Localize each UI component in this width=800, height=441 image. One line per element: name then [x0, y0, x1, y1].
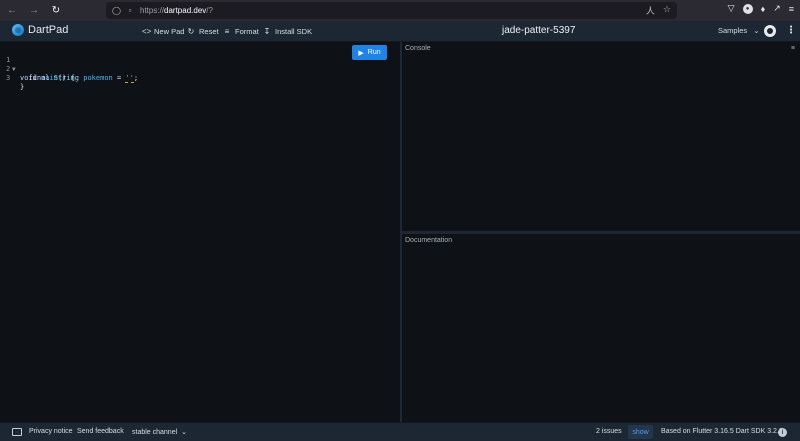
refresh-icon: ↻ [187, 27, 195, 36]
chevron-down-icon: ⌄ [181, 429, 188, 436]
download-icon: ↧ [263, 27, 271, 36]
documentation-pane: Documentation [402, 234, 800, 422]
show-issues-button[interactable]: show [628, 425, 653, 439]
version-info: Based on Flutter 3.16.5 Dart SDK 3.2.3 [661, 428, 783, 435]
play-icon: ▶ [358, 49, 364, 57]
keyboard-icon[interactable] [12, 428, 22, 436]
lock-icon[interactable]: ▫ [126, 6, 134, 15]
dart-logo-icon [12, 24, 24, 36]
code-line: 1 ▼ void main() { [6, 56, 75, 82]
console-pane: Console ≡ [402, 42, 800, 231]
line-number: 3 [6, 74, 11, 82]
extensions-icon[interactable]: ♦ [761, 4, 766, 14]
new-pad-button[interactable]: <> New Pad [142, 26, 184, 37]
privacy-notice-link[interactable]: Privacy notice [29, 428, 73, 435]
dartpad-logo[interactable]: DartPad [12, 24, 68, 36]
share-icon[interactable]: ↗ [773, 3, 781, 14]
chevron-down-icon: ⌄ [753, 26, 760, 35]
send-feedback-link[interactable]: Send feedback [77, 428, 124, 435]
code-brackets-icon: <> [142, 27, 152, 36]
pocket-icon[interactable]: ▽ [728, 3, 735, 14]
arrow-left-icon[interactable]: ← [4, 3, 20, 19]
info-icon[interactable]: i [778, 428, 787, 437]
arrow-right-icon[interactable]: → [26, 3, 42, 19]
format-button[interactable]: ≡ Format [223, 26, 259, 37]
translate-icon[interactable]: 人 [646, 4, 655, 17]
issues-count: 2 issues [596, 428, 622, 435]
logo-text: DartPad [28, 24, 69, 36]
install-sdk-button[interactable]: ↧ Install SDK [263, 26, 312, 37]
clear-console-icon[interactable]: ≡ [791, 45, 795, 52]
console-label: Console [405, 45, 431, 52]
browser-toolbar: ← → ↻ ◯ ▫ https://dartpad.dev/? 人 ☆ ▽ ● … [0, 0, 800, 21]
format-align-icon: ≡ [224, 27, 230, 36]
samples-dropdown[interactable]: Samples ⌄ [718, 26, 759, 35]
url-text: https://dartpad.dev/? [140, 6, 213, 15]
hamburger-menu-icon[interactable]: ≡ [789, 4, 794, 14]
reset-button[interactable]: ↻ Reset [187, 26, 219, 37]
status-bar: Privacy notice Send feedback stable chan… [0, 422, 800, 441]
run-button[interactable]: ▶ Run [352, 45, 387, 60]
bookmark-star-icon[interactable]: ☆ [663, 4, 671, 17]
reload-icon[interactable]: ↻ [48, 3, 64, 19]
code-line: 2 final String pokemon = ''; [6, 65, 139, 83]
address-bar[interactable]: ◯ ▫ https://dartpad.dev/? 人 ☆ [106, 2, 677, 19]
pad-title[interactable]: jade-patter-5397 [502, 25, 575, 36]
code-editor[interactable]: 1 ▼ void main() { 2 final String pokemon… [0, 42, 400, 422]
app-header: DartPad <> New Pad ↻ Reset ≡ Format ↧ In… [0, 21, 800, 42]
github-icon[interactable] [764, 25, 776, 37]
code-line: 3 } [6, 74, 25, 91]
shield-icon[interactable]: ◯ [112, 6, 121, 15]
documentation-label: Documentation [405, 237, 453, 244]
more-vert-icon[interactable]: ⋮ [786, 25, 796, 37]
channel-dropdown[interactable]: stable channel ⌄ [132, 428, 188, 437]
account-avatar-icon[interactable]: ● [742, 3, 753, 14]
